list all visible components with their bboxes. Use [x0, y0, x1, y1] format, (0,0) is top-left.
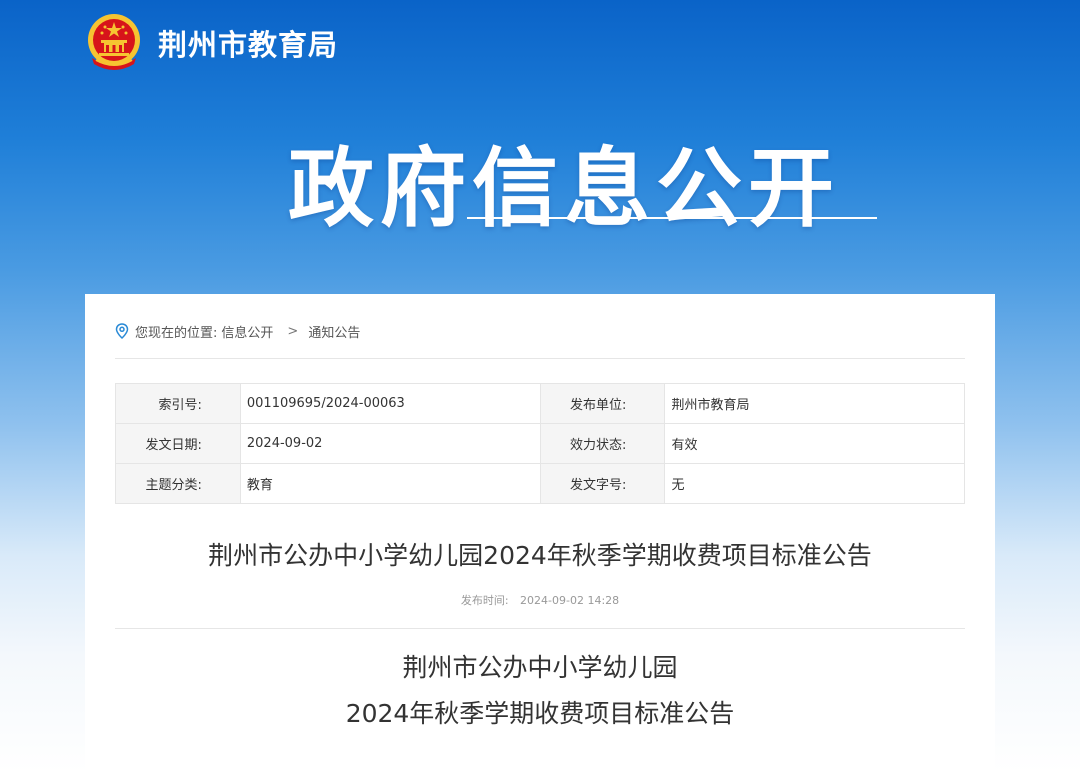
site-name[interactable]: 荆州市教育局 — [158, 22, 338, 64]
meta-label: 索引号: — [115, 383, 241, 424]
body-heading-line2: 2024年秋季学期收费项目标准公告 — [345, 699, 735, 728]
meta-value: 001109695/2024-00063 — [239, 383, 541, 424]
meta-label: 效力状态: — [539, 423, 666, 464]
location-pin-icon — [115, 323, 129, 339]
hero-title: 政府信息公开 — [288, 139, 840, 239]
meta-label: 发文日期: — [115, 423, 241, 464]
breadcrumb-item-notices[interactable]: 通知公告 — [308, 322, 360, 341]
meta-value: 荆州市教育局 — [664, 383, 965, 424]
document-meta-table: 索引号: 001109695/2024-00063 发布单位: 荆州市教育局 发… — [115, 383, 965, 504]
meta-label: 发文字号: — [539, 463, 666, 504]
publish-time-label: 发布时间: — [460, 594, 509, 607]
breadcrumb-separator: > — [287, 323, 299, 339]
divider — [115, 358, 965, 359]
breadcrumb-item-info-public[interactable]: 信息公开 — [221, 322, 273, 341]
breadcrumb: 您现在的位置: 信息公开 > 通知公告 — [115, 321, 364, 341]
meta-label: 发布单位: — [539, 383, 666, 424]
table-row: 主题分类: 教育 发文字号: 无 — [115, 463, 965, 504]
table-row: 发文日期: 2024-09-02 效力状态: 有效 — [115, 423, 965, 464]
meta-value: 无 — [664, 463, 965, 504]
body-heading-line1: 荆州市公办中小学幼儿园 — [402, 653, 678, 682]
meta-value: 有效 — [664, 423, 965, 464]
publish-time: 发布时间: 2024-09-02 14:28 — [85, 592, 995, 608]
national-emblem-icon[interactable] — [84, 12, 144, 74]
publish-time-value: 2024-09-02 14:28 — [520, 594, 620, 607]
hero-underline — [467, 217, 877, 219]
content-card: 您现在的位置: 信息公开 > 通知公告 索引号: 001109695/2024-… — [85, 294, 995, 772]
meta-value: 教育 — [239, 463, 541, 504]
article-title: 荆州市公办中小学幼儿园2024年秋季学期收费项目标准公告 — [208, 541, 872, 570]
site-header: 荆州市教育局 — [0, 0, 1080, 80]
table-row: 索引号: 001109695/2024-00063 发布单位: 荆州市教育局 — [115, 383, 965, 424]
divider — [115, 628, 965, 629]
meta-value: 2024-09-02 — [239, 423, 541, 464]
meta-label: 主题分类: — [115, 463, 241, 504]
breadcrumb-prefix: 您现在的位置: — [135, 325, 218, 341]
